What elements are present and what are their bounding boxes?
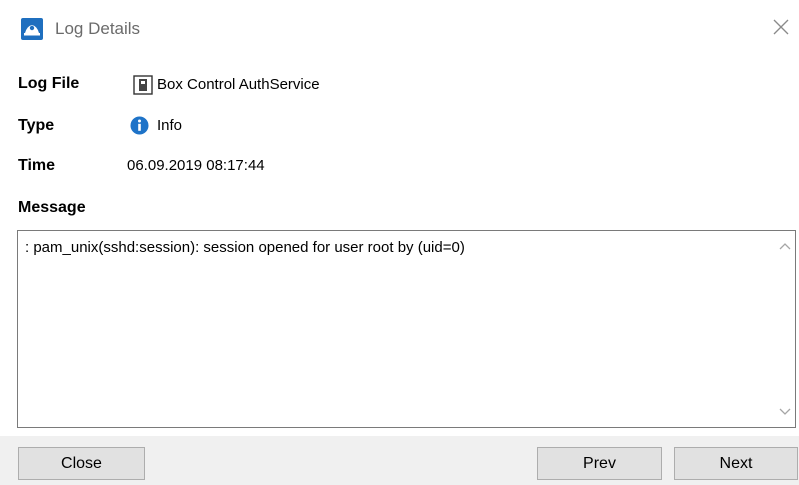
type-label: Type xyxy=(18,117,55,134)
app-icon xyxy=(21,18,43,40)
title-bar: Log Details xyxy=(0,0,799,58)
message-textarea[interactable]: : pam_unix(sshd:session): session opened… xyxy=(17,230,796,428)
message-text: : pam_unix(sshd:session): session opened… xyxy=(25,239,465,256)
button-bar: Close Prev Next xyxy=(0,436,799,485)
close-icon[interactable] xyxy=(770,16,792,38)
log-file-icon xyxy=(133,75,153,95)
log-file-value: Box Control AuthService xyxy=(157,76,320,93)
scroll-up-icon[interactable] xyxy=(775,237,795,257)
scroll-down-icon[interactable] xyxy=(775,401,795,421)
next-button[interactable]: Next xyxy=(674,447,798,480)
log-file-label: Log File xyxy=(18,75,80,92)
type-value: Info xyxy=(157,117,183,134)
vertical-scrollbar[interactable] xyxy=(775,231,795,427)
window-title: Log Details xyxy=(55,19,141,38)
close-button[interactable]: Close xyxy=(18,447,145,480)
message-label: Message xyxy=(18,199,86,216)
info-icon xyxy=(130,116,149,135)
time-value: 06.09.2019 08:17:44 xyxy=(127,157,265,174)
time-label: Time xyxy=(18,157,56,174)
prev-button[interactable]: Prev xyxy=(537,447,662,480)
